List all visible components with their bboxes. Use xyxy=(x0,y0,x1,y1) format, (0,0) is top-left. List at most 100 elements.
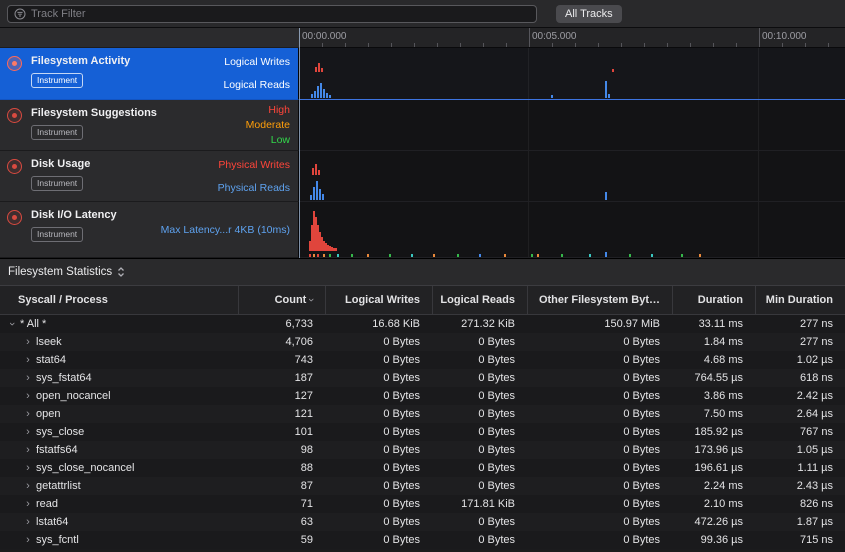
cell-min-duration: 1.87 µs xyxy=(755,516,845,528)
cell-min-duration: 2.43 µs xyxy=(755,480,845,492)
row-name: * All * xyxy=(20,318,46,330)
cell-min-duration: 1.05 µs xyxy=(755,444,845,456)
chart-bar xyxy=(329,254,331,257)
track-header-filesystem-suggestions[interactable]: Filesystem SuggestionsInstrumentHighMode… xyxy=(0,100,299,151)
stats-row-stat64[interactable]: ›stat647430 Bytes0 Bytes0 Bytes4.68 ms1.… xyxy=(0,351,845,369)
stats-row-sys-fstat64[interactable]: ›sys_fstat641870 Bytes0 Bytes0 Bytes764.… xyxy=(0,369,845,387)
disclosure-closed-icon[interactable]: › xyxy=(22,534,34,546)
all-tracks-button[interactable]: All Tracks xyxy=(556,5,622,23)
stats-row-lseek[interactable]: ›lseek4,7060 Bytes0 Bytes0 Bytes1.84 ms2… xyxy=(0,333,845,351)
chart-bar xyxy=(605,192,607,200)
track-chart-disk-io-latency[interactable] xyxy=(299,202,845,258)
cell-other-filesystem-bytes: 0 Bytes xyxy=(527,516,672,528)
stats-row-All[interactable]: ›* All *6,73316.68 KiB271.32 KiB150.97 M… xyxy=(0,315,845,333)
stats-row-fstatfs64[interactable]: ›fstatfs64980 Bytes0 Bytes0 Bytes173.96 … xyxy=(0,441,845,459)
disclosure-open-icon[interactable]: › xyxy=(6,318,18,330)
cell-logical-writes: 0 Bytes xyxy=(325,534,432,546)
disclosure-closed-icon[interactable]: › xyxy=(22,444,34,456)
stats-row-open[interactable]: ›open1210 Bytes0 Bytes0 Bytes7.50 ms2.64… xyxy=(0,405,845,423)
track-header-filesystem-activity[interactable]: Filesystem ActivityInstrumentLogical Wri… xyxy=(0,48,299,100)
disclosure-closed-icon[interactable]: › xyxy=(22,336,34,348)
disclosure-closed-icon[interactable]: › xyxy=(22,516,34,528)
stats-row-sys-close[interactable]: ›sys_close1010 Bytes0 Bytes0 Bytes185.92… xyxy=(0,423,845,441)
track-row-disk-io-latency[interactable]: Disk I/O LatencyInstrumentMax Latency...… xyxy=(0,202,845,258)
disclosure-closed-icon[interactable]: › xyxy=(22,390,34,402)
chart-bar xyxy=(605,81,607,98)
disclosure-closed-icon[interactable]: › xyxy=(22,408,34,420)
cell-count: 88 xyxy=(238,462,325,474)
time-ruler[interactable]: 00:00.00000:05.00000:10.000 xyxy=(299,28,845,48)
track-chart-filesystem-activity[interactable] xyxy=(299,48,845,100)
cell-min-duration: 1.11 µs xyxy=(755,462,845,474)
track-list: Filesystem ActivityInstrumentLogical Wri… xyxy=(0,48,845,258)
column-header-logical-writes[interactable]: Logical Writes xyxy=(325,286,432,314)
stats-row-sys-close-nocancel[interactable]: ›sys_close_nocancel880 Bytes0 Bytes0 Byt… xyxy=(0,459,845,477)
track-header-disk-usage[interactable]: Disk UsageInstrumentPhysical WritesPhysi… xyxy=(0,151,299,202)
cell-min-duration: 826 ns xyxy=(755,498,845,510)
stats-row-sys-fcntl[interactable]: ›sys_fcntl590 Bytes0 Bytes0 Bytes99.36 µ… xyxy=(0,531,845,549)
stats-row-lstat64[interactable]: ›lstat64630 Bytes0 Bytes0 Bytes472.26 µs… xyxy=(0,513,845,531)
cell-count: 6,733 xyxy=(238,318,325,330)
track-row-filesystem-activity[interactable]: Filesystem ActivityInstrumentLogical Wri… xyxy=(0,48,845,100)
cell-logical-writes: 0 Bytes xyxy=(325,426,432,438)
track-filter-input[interactable] xyxy=(31,8,530,20)
filesystem-activity-icon xyxy=(7,56,22,71)
cell-duration: 2.10 ms xyxy=(672,498,755,510)
cell-syscall-process: ›sys_close_nocancel xyxy=(0,462,238,474)
stats-row-getattrlist[interactable]: ›getattrlist870 Bytes0 Bytes0 Bytes2.24 … xyxy=(0,477,845,495)
track-header-disk-io-latency[interactable]: Disk I/O LatencyInstrumentMax Latency...… xyxy=(0,202,299,258)
cell-duration: 7.50 ms xyxy=(672,408,755,420)
chart-bar xyxy=(318,170,320,175)
chart-bar xyxy=(389,254,391,257)
chart-bar xyxy=(433,254,435,257)
sort-indicator-icon: › xyxy=(305,298,317,302)
disclosure-closed-icon[interactable]: › xyxy=(22,426,34,438)
track-filter-field[interactable] xyxy=(7,5,537,23)
instrument-badge: Instrument xyxy=(31,73,83,88)
chart-bar xyxy=(326,93,328,98)
chart-bar xyxy=(317,86,319,98)
track-row-disk-usage[interactable]: Disk UsageInstrumentPhysical WritesPhysi… xyxy=(0,151,845,202)
column-header-other-filesystem-bytes[interactable]: Other Filesystem Byt… xyxy=(527,286,672,314)
chart-bar xyxy=(315,164,317,175)
cell-count: 98 xyxy=(238,444,325,456)
column-header-min-duration[interactable]: Min Duration xyxy=(755,286,845,314)
disclosure-closed-icon[interactable]: › xyxy=(22,480,34,492)
disclosure-closed-icon[interactable]: › xyxy=(22,354,34,366)
cell-syscall-process: ›fstatfs64 xyxy=(0,444,238,456)
track-row-filesystem-suggestions[interactable]: Filesystem SuggestionsInstrumentHighMode… xyxy=(0,100,845,151)
chart-bar xyxy=(310,195,312,200)
column-header-logical-reads[interactable]: Logical Reads xyxy=(432,286,527,314)
chart-bar xyxy=(323,254,325,257)
disclosure-closed-icon[interactable]: › xyxy=(22,462,34,474)
cell-duration: 185.92 µs xyxy=(672,426,755,438)
cell-count: 101 xyxy=(238,426,325,438)
toolbar: All Tracks xyxy=(0,0,845,28)
column-header-duration[interactable]: Duration xyxy=(672,286,755,314)
row-name: stat64 xyxy=(36,354,66,366)
ruler-corner xyxy=(0,28,299,48)
chart-bar xyxy=(504,254,506,257)
column-label: Other Filesystem Byt… xyxy=(539,294,660,306)
column-header-count[interactable]: Count› xyxy=(238,286,325,314)
cell-other-filesystem-bytes: 0 Bytes xyxy=(527,426,672,438)
filter-icon xyxy=(14,8,26,20)
disclosure-closed-icon[interactable]: › xyxy=(22,498,34,510)
chart-bar xyxy=(309,254,311,257)
track-chart-disk-usage[interactable] xyxy=(299,151,845,202)
column-header-syscall-process[interactable]: Syscall / Process xyxy=(0,286,238,314)
row-name: sys_fcntl xyxy=(36,534,79,546)
track-chart-filesystem-suggestions[interactable] xyxy=(299,100,845,151)
column-label: Duration xyxy=(698,294,743,306)
disclosure-closed-icon[interactable]: › xyxy=(22,372,34,384)
cell-other-filesystem-bytes: 0 Bytes xyxy=(527,462,672,474)
chart-bar xyxy=(313,254,315,257)
stats-row-open-nocancel[interactable]: ›open_nocancel1270 Bytes0 Bytes0 Bytes3.… xyxy=(0,387,845,405)
cell-min-duration: 277 ns xyxy=(755,336,845,348)
cell-logical-writes: 0 Bytes xyxy=(325,390,432,402)
cell-other-filesystem-bytes: 0 Bytes xyxy=(527,354,672,366)
cell-logical-reads: 0 Bytes xyxy=(432,372,527,384)
stats-view-selector[interactable]: Filesystem Statistics xyxy=(8,266,125,278)
stats-row-read[interactable]: ›read710 Bytes171.81 KiB0 Bytes2.10 ms82… xyxy=(0,495,845,513)
chart-bar xyxy=(531,254,533,257)
